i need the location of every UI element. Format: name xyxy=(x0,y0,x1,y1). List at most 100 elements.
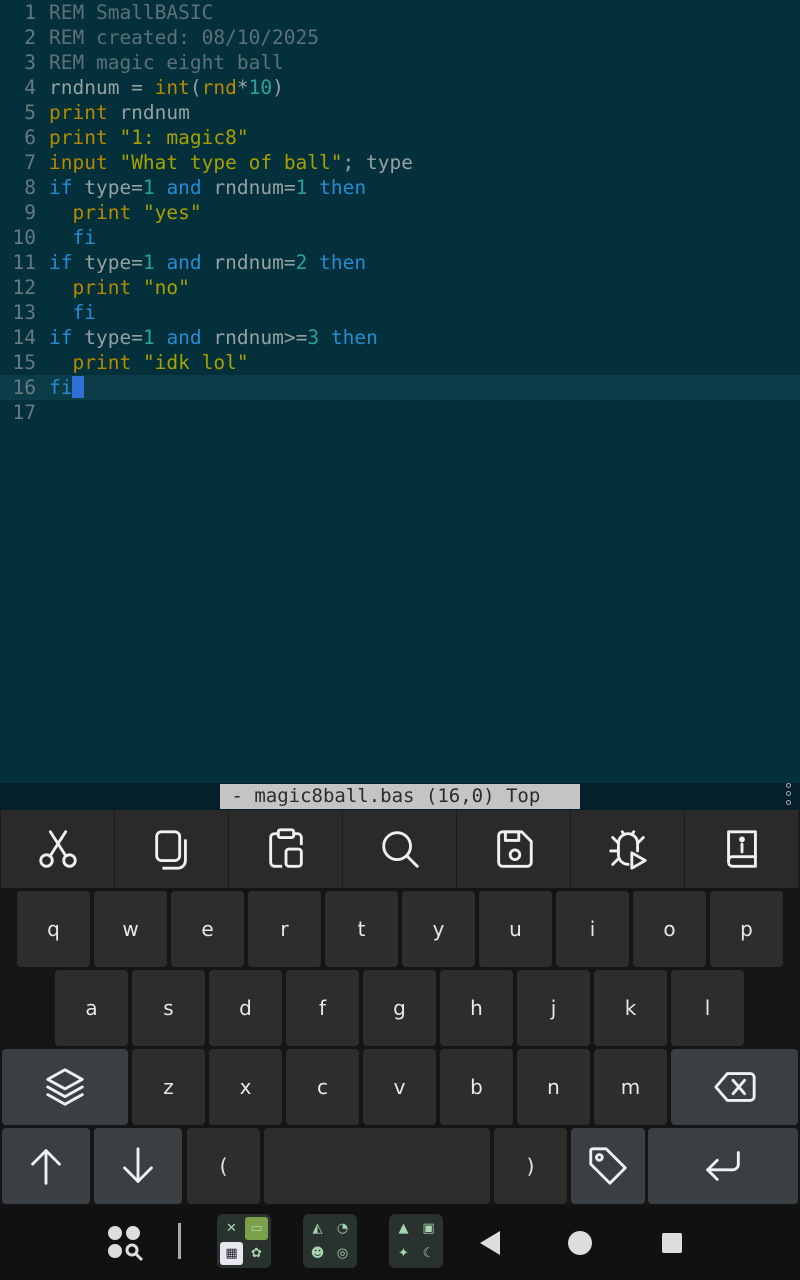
key-l[interactable]: l xyxy=(671,970,744,1046)
space-key[interactable] xyxy=(264,1128,490,1204)
code-line[interactable]: 4 rndnum = int(rnd*10) xyxy=(0,75,800,100)
key-h[interactable]: h xyxy=(440,970,513,1046)
line-number: 11 xyxy=(12,251,36,274)
key-label: x xyxy=(239,1075,252,1099)
key-u[interactable]: u xyxy=(479,891,552,967)
key-c[interactable]: c xyxy=(286,1049,359,1125)
code-token: "idk lol" xyxy=(142,351,249,374)
code-token: rndnum= xyxy=(201,251,296,274)
key-i[interactable]: i xyxy=(556,891,629,967)
line-code: print "no" xyxy=(49,275,189,300)
key-o[interactable]: o xyxy=(633,891,706,967)
key-j[interactable]: j xyxy=(517,970,590,1046)
code-token: "What type of ball" xyxy=(119,151,343,174)
key-x[interactable]: x xyxy=(209,1049,282,1125)
key-z[interactable]: z xyxy=(132,1049,205,1125)
line-number: 1 xyxy=(24,1,36,24)
code-line[interactable]: 8 if type=1 and rndnum=1 then xyxy=(0,175,800,200)
code-token: rndnum = xyxy=(49,76,155,99)
code-line[interactable]: 12 print "no" xyxy=(0,275,800,300)
code-line[interactable]: 9 print "yes" xyxy=(0,200,800,225)
key-v[interactable]: v xyxy=(363,1049,436,1125)
code-token: fi xyxy=(72,226,96,249)
copy-button[interactable] xyxy=(115,810,228,888)
save-button[interactable] xyxy=(457,810,570,888)
key-label: o xyxy=(663,917,676,941)
enter-key[interactable] xyxy=(648,1128,798,1204)
help-button[interactable] xyxy=(685,810,798,888)
key-y[interactable]: y xyxy=(402,891,475,967)
key-s[interactable]: s xyxy=(132,970,205,1046)
arrow-up-key[interactable] xyxy=(2,1128,90,1204)
key-p[interactable]: p xyxy=(710,891,783,967)
app-pair-2-icon[interactable]: ◭ ◔ ☻ ◎ xyxy=(303,1214,357,1268)
app-pair-3-icon[interactable]: ▲ ▣ ✦ ☾ xyxy=(389,1214,443,1268)
code-line[interactable]: 7 input "What type of ball"; type xyxy=(0,150,800,175)
code-editor[interactable]: 1 REM SmallBASIC 2 REM created: 08/10/2025 3… xyxy=(0,0,800,783)
key-t[interactable]: t xyxy=(325,891,398,967)
app-pair-1-icon[interactable]: ✕ ▭ ▦ ✿ xyxy=(217,1214,271,1268)
key-q[interactable]: q xyxy=(17,891,90,967)
code-token: rndnum>= xyxy=(201,326,308,349)
code-line[interactable]: 14 if type=1 and rndnum>=3 then xyxy=(0,325,800,350)
code-token: then xyxy=(330,326,378,349)
key-w[interactable]: w xyxy=(94,891,167,967)
line-number: 9 xyxy=(24,201,36,224)
code-line[interactable]: 10 fi xyxy=(0,225,800,250)
recents-icon[interactable] xyxy=(662,1233,682,1253)
code-token: 1 xyxy=(142,326,155,349)
key-f[interactable]: f xyxy=(286,970,359,1046)
line-code: if type=1 and rndnum>=3 then xyxy=(49,325,378,350)
key-paren-open[interactable]: ( xyxy=(187,1128,260,1204)
code-token: ) xyxy=(272,76,284,99)
tag-key[interactable] xyxy=(571,1128,645,1204)
key-label: w xyxy=(122,917,139,941)
home-icon[interactable] xyxy=(568,1231,592,1255)
code-token: if xyxy=(49,176,73,199)
key-r[interactable]: r xyxy=(248,891,321,967)
key-a[interactable]: a xyxy=(55,970,128,1046)
code-line[interactable]: 11 if type=1 and rndnum=2 then xyxy=(0,250,800,275)
key-n[interactable]: n xyxy=(517,1049,590,1125)
code-line[interactable]: 5 print rndnum xyxy=(0,100,800,125)
code-token: * xyxy=(236,76,249,99)
key-g[interactable]: g xyxy=(363,970,436,1046)
line-number: 8 xyxy=(24,176,36,199)
cut-button[interactable] xyxy=(1,810,114,888)
overflow-menu-icon[interactable] xyxy=(780,781,796,807)
code-token: 1 xyxy=(142,176,155,199)
key-e[interactable]: e xyxy=(171,891,244,967)
arrow-up-icon xyxy=(31,1149,61,1185)
line-number: 4 xyxy=(24,76,36,99)
search-button[interactable] xyxy=(343,810,456,888)
soft-keyboard: q w e r t y u i o p a s d f g h j k l z x c v b n m () xyxy=(0,888,800,1205)
line-code: print "yes" xyxy=(49,200,201,225)
code-line[interactable]: 2 REM created: 08/10/2025 xyxy=(0,25,800,50)
key-label: ) xyxy=(526,1154,535,1178)
shift-layer-key[interactable] xyxy=(2,1049,128,1125)
code-line[interactable]: 13 fi xyxy=(0,300,800,325)
back-icon[interactable] xyxy=(478,1230,502,1256)
key-k[interactable]: k xyxy=(594,970,667,1046)
paste-button[interactable] xyxy=(229,810,342,888)
code-line[interactable]: 3 REM magic eight ball xyxy=(0,50,800,75)
code-token: and xyxy=(166,176,202,199)
code-line[interactable]: 17 xyxy=(0,400,800,425)
app-drawer-icon[interactable] xyxy=(104,1222,146,1264)
code-line[interactable]: 15 print "idk lol" xyxy=(0,350,800,375)
debug-run-button[interactable] xyxy=(571,810,684,888)
code-line[interactable]: 6 print "1: magic8" xyxy=(0,125,800,150)
key-paren-close[interactable]: ) xyxy=(494,1128,567,1204)
key-label: k xyxy=(624,996,637,1020)
backspace-key[interactable] xyxy=(671,1049,798,1125)
arrow-down-key[interactable] xyxy=(94,1128,182,1204)
code-line[interactable]: 16 fi xyxy=(0,375,800,400)
key-m[interactable]: m xyxy=(594,1049,667,1125)
key-d[interactable]: d xyxy=(209,970,282,1046)
key-b[interactable]: b xyxy=(440,1049,513,1125)
code-line[interactable]: 1 REM SmallBASIC xyxy=(0,0,800,25)
